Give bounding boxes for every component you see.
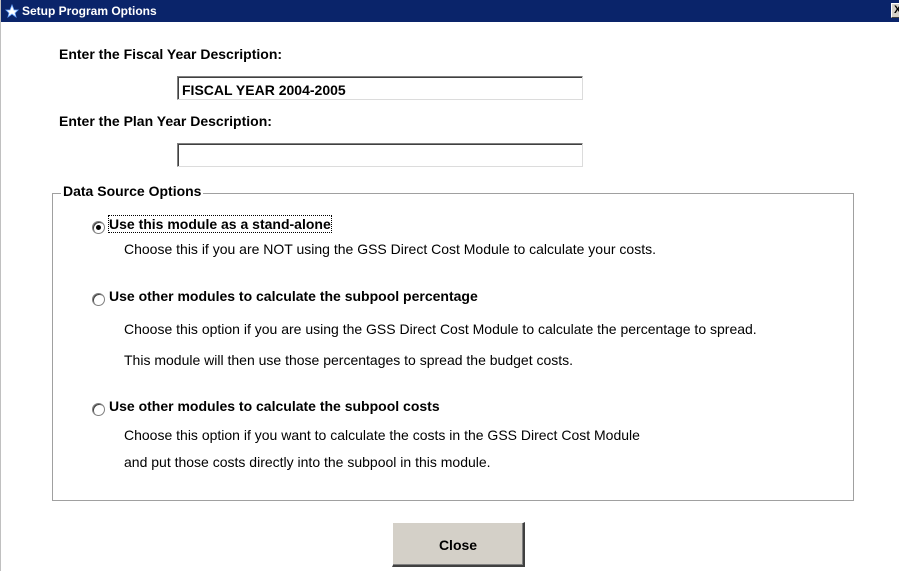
subpool-percentage-radio[interactable] bbox=[92, 293, 105, 306]
radio-selected-dot bbox=[96, 225, 101, 230]
standalone-radio[interactable] bbox=[92, 221, 105, 234]
plan-year-input[interactable] bbox=[177, 143, 583, 167]
subpool-costs-description-line1: Choose this option if you want to calcul… bbox=[124, 427, 640, 443]
subpool-percentage-option-label[interactable]: Use other modules to calculate the subpo… bbox=[109, 288, 478, 304]
subpool-costs-description-line2: and put those costs directly into the su… bbox=[124, 454, 491, 470]
subpool-percentage-description-line1: Choose this option if you are using the … bbox=[124, 321, 757, 337]
fiscal-year-label: Enter the Fiscal Year Description: bbox=[59, 46, 283, 62]
subpool-costs-option-label[interactable]: Use other modules to calculate the subpo… bbox=[109, 398, 440, 414]
standalone-option-description: Choose this if you are NOT using the GSS… bbox=[124, 241, 656, 257]
plan-year-label: Enter the Plan Year Description: bbox=[59, 113, 272, 129]
window-title: Setup Program Options bbox=[22, 4, 157, 18]
close-window-icon[interactable]: X bbox=[891, 3, 899, 18]
subpool-percentage-description-line2: This module will then use those percenta… bbox=[124, 352, 574, 368]
fiscal-year-input[interactable] bbox=[177, 76, 583, 100]
subpool-costs-radio[interactable] bbox=[92, 403, 105, 416]
setup-program-options-window: Setup Program Options X Enter the Fiscal… bbox=[0, 0, 899, 571]
data-source-legend: Data Source Options bbox=[61, 183, 204, 199]
standalone-option-label[interactable]: Use this module as a stand-alone bbox=[108, 215, 332, 233]
app-icon bbox=[5, 4, 19, 18]
close-button[interactable]: Close bbox=[392, 522, 525, 567]
title-bar[interactable]: Setup Program Options X bbox=[1, 0, 899, 22]
